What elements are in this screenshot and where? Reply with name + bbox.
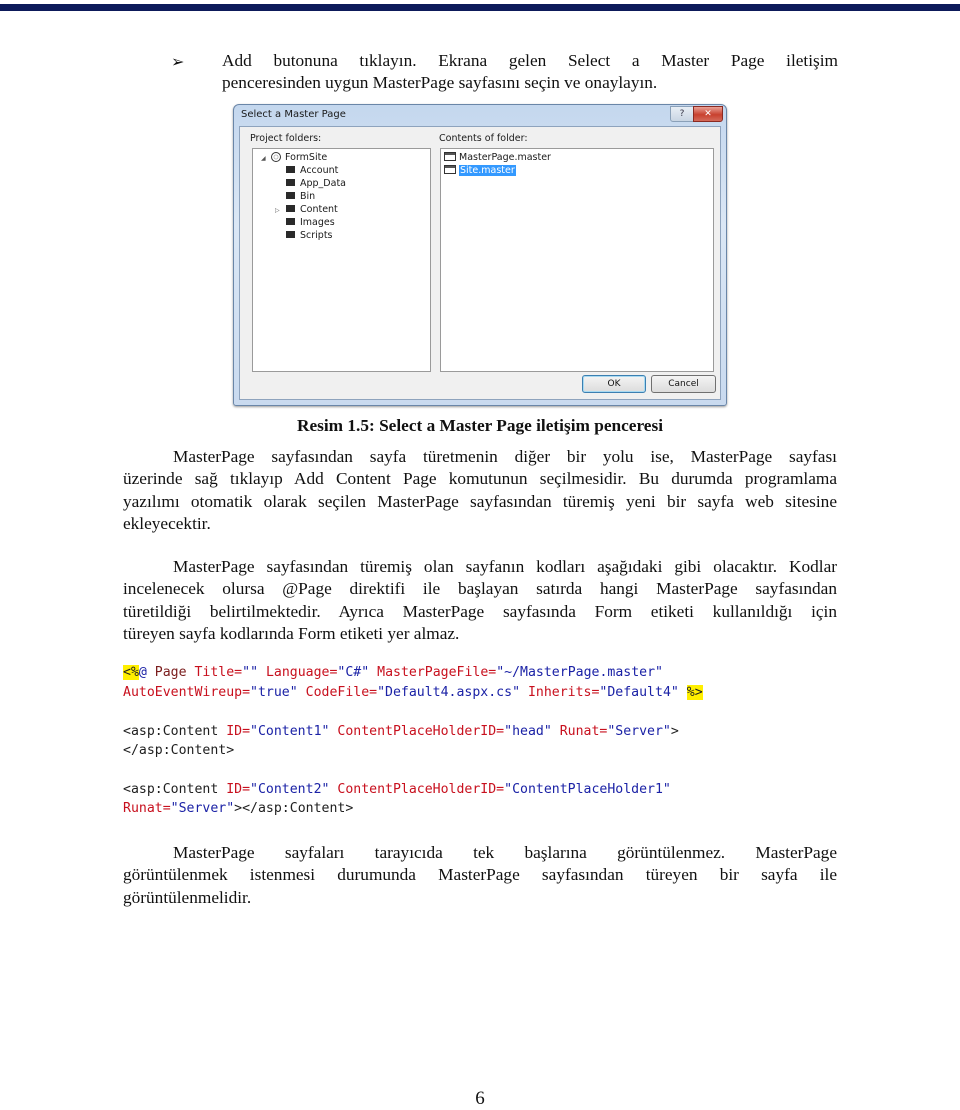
folder-icon <box>286 179 295 186</box>
ok-button[interactable]: OK <box>582 375 646 393</box>
close-button[interactable]: ✕ <box>693 106 723 122</box>
help-button[interactable]: ? <box>670 106 694 122</box>
paragraph-2: MasterPage sayfasından türemiş olan sayf… <box>123 557 837 643</box>
paragraph-1: MasterPage sayfasından sayfa türetmenin … <box>123 447 837 533</box>
header-rule <box>0 4 960 11</box>
tree-item-content[interactable]: Content <box>286 204 338 215</box>
folder-icon <box>286 218 295 225</box>
tree-item-scripts[interactable]: Scripts <box>286 230 333 241</box>
contents-of-folder-list[interactable]: MasterPage.master Site.master <box>440 148 714 372</box>
tree-item-formsite[interactable]: FormSite <box>271 151 327 163</box>
tree-item-images[interactable]: Images <box>286 217 335 228</box>
figure-caption: Resim 1.5: Select a Master Page iletişim… <box>297 416 663 435</box>
collapsed-arrow-icon[interactable]: ▷ <box>275 207 280 214</box>
master-file-icon <box>444 165 456 174</box>
folder-icon <box>286 192 295 199</box>
bullet-text-line: Add butonuna tıklayın. Ekrana gelen Sele… <box>222 51 838 70</box>
expanded-arrow-icon[interactable]: ◢ <box>261 155 266 162</box>
master-file-icon <box>444 152 456 161</box>
help-icon: ? <box>679 109 685 119</box>
arrowhead-bullet-icon: ➢ <box>171 54 185 71</box>
file-item-site-master[interactable]: Site.master <box>444 165 516 176</box>
dialog-body: Project folders: Contents of folder: ◢ F… <box>239 126 721 400</box>
folder-icon <box>286 231 295 238</box>
code-line-2: AutoEventWireup="true" CodeFile="Default… <box>123 685 703 700</box>
cancel-button[interactable]: Cancel <box>651 375 716 393</box>
bullet-text-line: penceresinden uygun MasterPage sayfasını… <box>222 73 658 93</box>
code-line-6: Runat="Server"></asp:Content> <box>123 801 354 816</box>
dialog-title: Select a Master Page <box>241 109 346 120</box>
contents-of-folder-label: Contents of folder: <box>439 133 528 144</box>
folder-icon <box>286 205 295 212</box>
code-line-3: <asp:Content ID="Content1" ContentPlaceH… <box>123 724 679 739</box>
code-line-1: <%@ Page Title="" Language="C#" MasterPa… <box>123 665 663 680</box>
tree-item-app-data[interactable]: App_Data <box>286 178 346 189</box>
project-folders-label: Project folders: <box>250 133 322 144</box>
tree-item-account[interactable]: Account <box>286 165 338 176</box>
folder-icon <box>286 166 295 173</box>
paragraph-3: MasterPage sayfaları tarayıcıda tek başl… <box>123 843 837 907</box>
select-master-page-dialog: Select a Master Page ? ✕ Project folders… <box>233 104 727 406</box>
file-item-masterpage[interactable]: MasterPage.master <box>444 152 551 163</box>
project-folders-tree[interactable]: ◢ FormSite Account App_Data Bin ▷ Conten… <box>252 148 431 372</box>
code-line-5: <asp:Content ID="Content2" ContentPlaceH… <box>123 782 671 797</box>
tree-item-bin[interactable]: Bin <box>286 191 315 202</box>
globe-icon <box>271 151 281 162</box>
close-icon: ✕ <box>704 109 712 119</box>
code-line-4: </asp:Content> <box>123 743 235 758</box>
